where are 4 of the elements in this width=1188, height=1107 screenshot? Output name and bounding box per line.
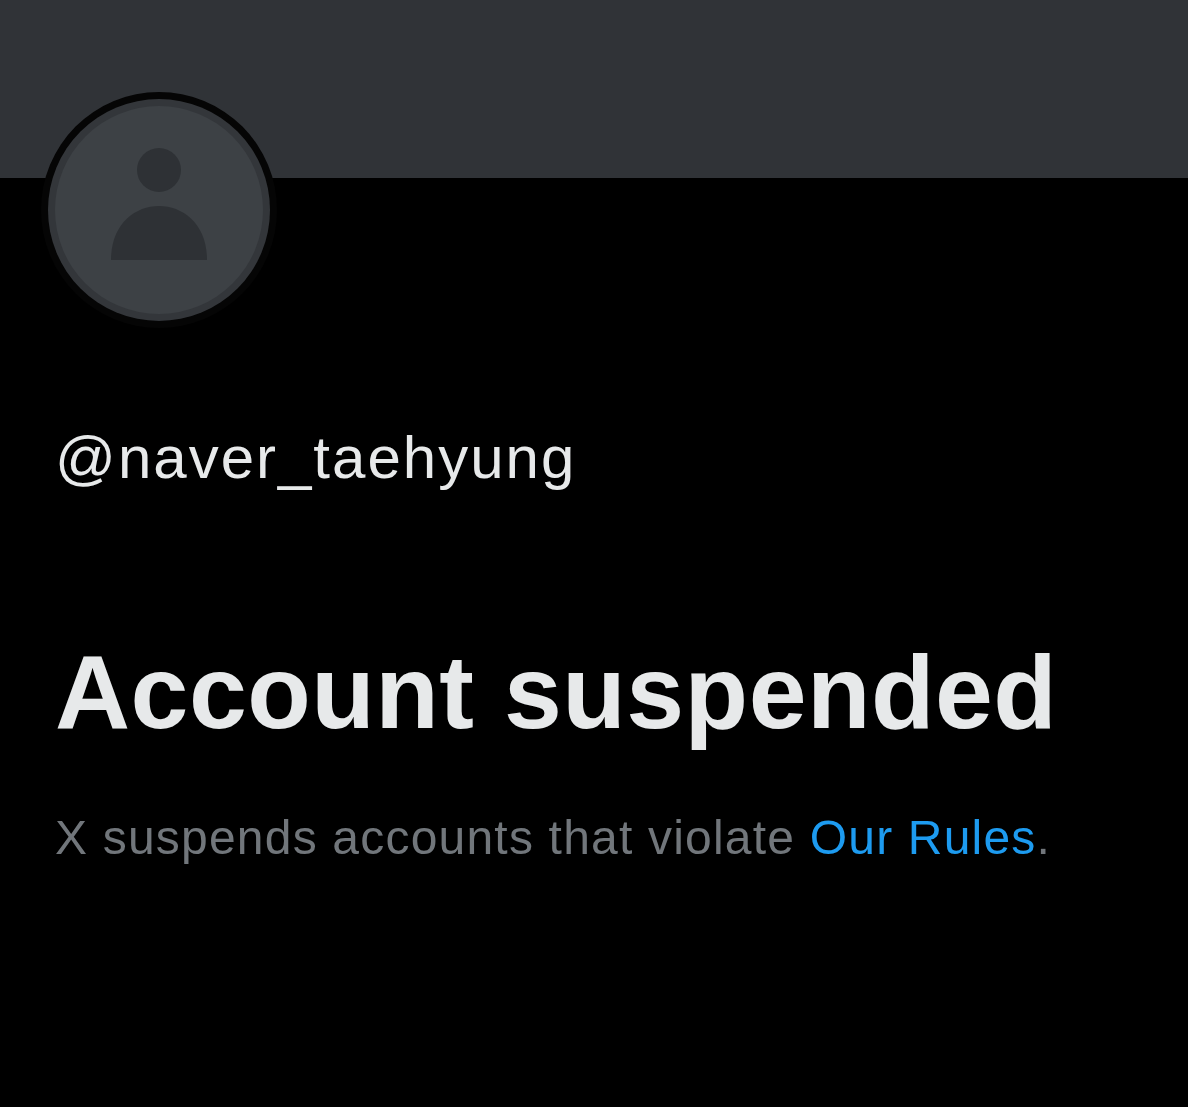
account-handle: @naver_taehyung	[55, 423, 577, 493]
suspension-message: X suspends accounts that violate Our Rules.	[55, 810, 1052, 865]
rules-link[interactable]: Our Rules	[809, 811, 1037, 864]
suspension-title: Account suspended	[55, 635, 1058, 750]
